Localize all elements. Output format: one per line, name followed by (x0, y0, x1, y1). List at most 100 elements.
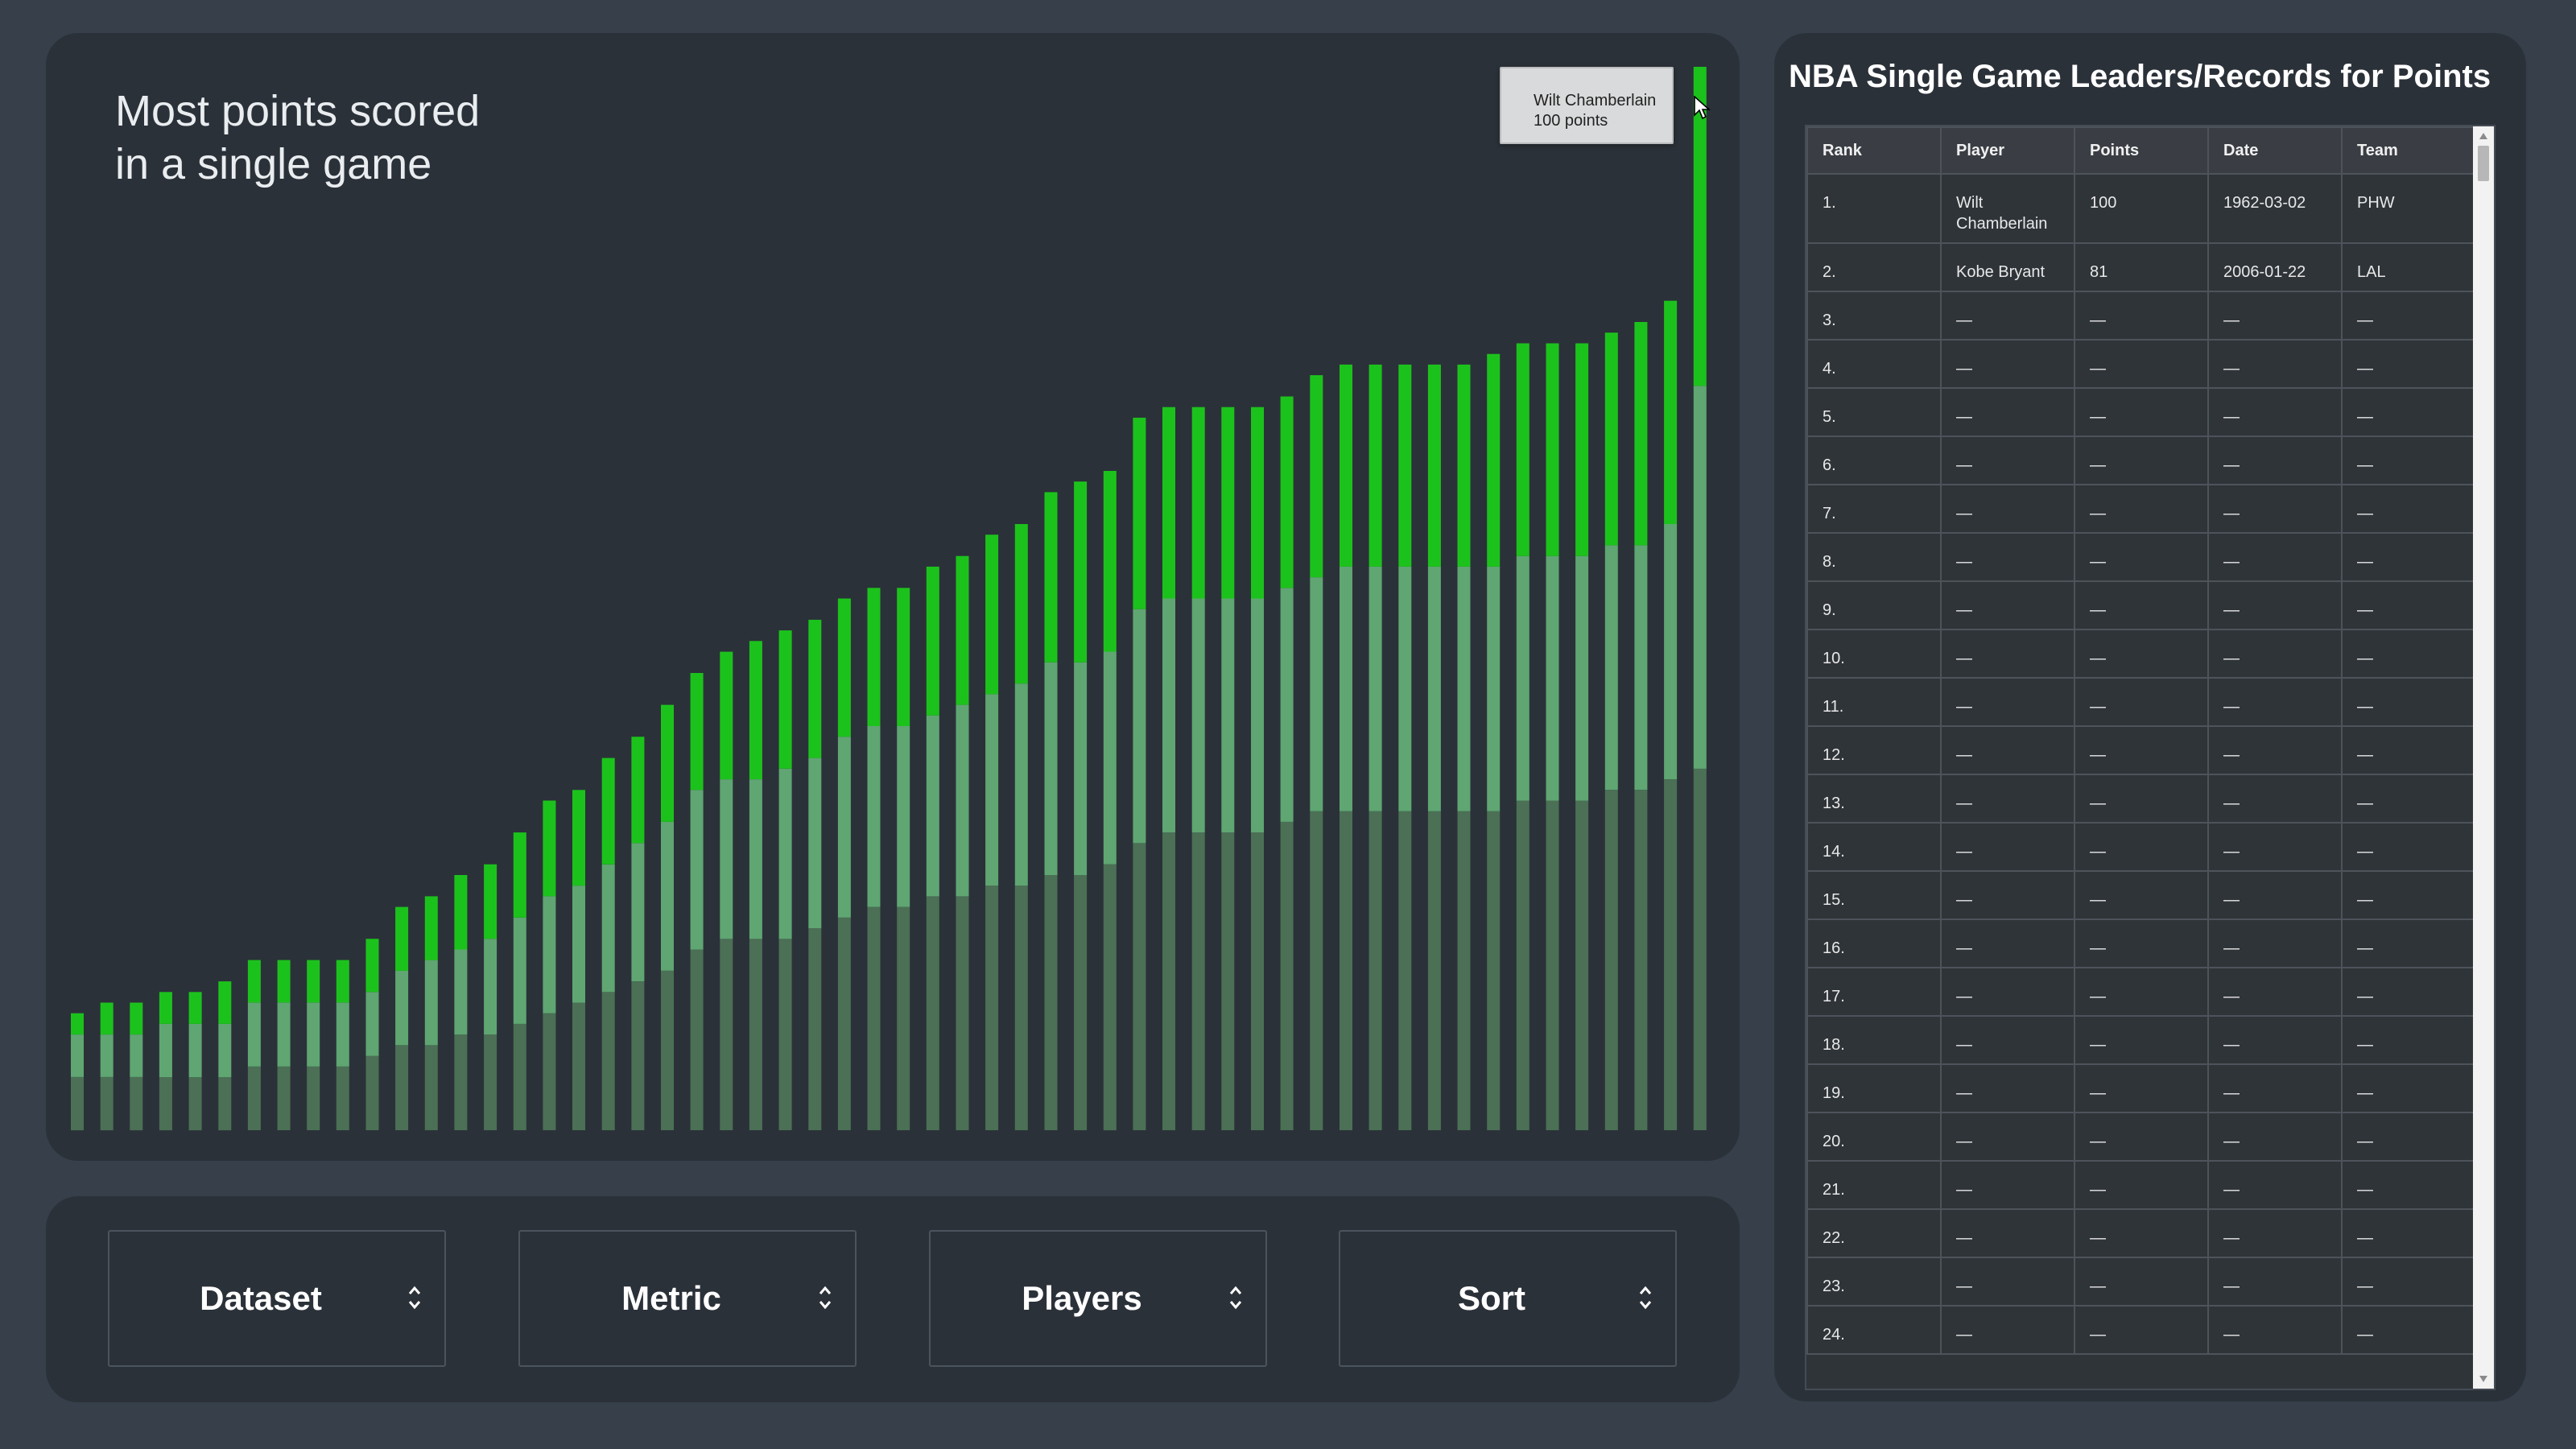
players-select[interactable]: Players (929, 1230, 1267, 1367)
column-header-date[interactable]: Date (2207, 126, 2343, 175)
table-row[interactable]: 22. — — — — (1806, 1208, 2476, 1258)
bar-segment[interactable] (1133, 417, 1146, 609)
bar-segment[interactable] (926, 896, 939, 1130)
bar-segment[interactable] (395, 1045, 409, 1130)
bar-segment[interactable] (1693, 386, 1707, 769)
bar-segment[interactable] (1427, 364, 1441, 567)
bar-segment[interactable] (1162, 832, 1175, 1130)
bar-segment[interactable] (1014, 886, 1028, 1130)
bar-segment[interactable] (778, 630, 792, 769)
bar-segment[interactable] (1191, 832, 1205, 1130)
bar-segment[interactable] (778, 768, 792, 939)
bar-segment[interactable] (749, 641, 762, 779)
bar-segment[interactable] (749, 939, 762, 1130)
table-row[interactable]: 24. — — — — (1806, 1305, 2476, 1355)
bar-segment[interactable] (1074, 662, 1088, 875)
bar-segment[interactable] (1575, 800, 1589, 1131)
bar-segment[interactable] (690, 949, 704, 1130)
bar-segment[interactable] (661, 970, 674, 1130)
bar-segment[interactable] (631, 981, 645, 1130)
bar-segment[interactable] (572, 1002, 585, 1131)
column-header-points[interactable]: Points (2074, 126, 2209, 175)
bar-segment[interactable] (601, 864, 615, 993)
bar-segment[interactable] (572, 790, 585, 886)
bar-segment[interactable] (1044, 662, 1058, 875)
bar-segment[interactable] (365, 939, 379, 993)
table-scrollbar[interactable] (2473, 126, 2494, 1389)
bar-segment[interactable] (1398, 811, 1412, 1130)
bar-segment[interactable] (424, 960, 438, 1046)
bar-segment[interactable] (1310, 811, 1323, 1130)
bar-segment[interactable] (1162, 598, 1175, 833)
bar-segment[interactable] (690, 790, 704, 950)
bar-segment[interactable] (926, 715, 939, 897)
table-row[interactable]: 1. Wilt Chamberlain 100 1962-03-02 PHW (1806, 173, 2476, 244)
bar-segment[interactable] (1487, 811, 1501, 1130)
bar-segment[interactable] (1340, 811, 1352, 1130)
bar-segment[interactable] (218, 981, 232, 1024)
bar-segment[interactable] (1251, 832, 1264, 1130)
bar-segment[interactable] (1398, 566, 1412, 811)
column-header-rank[interactable]: Rank (1806, 126, 1942, 175)
bar-segment[interactable] (336, 1002, 349, 1067)
bar-segment[interactable] (424, 1045, 438, 1130)
bar-segment[interactable] (1014, 524, 1028, 684)
bar-segment[interactable] (956, 704, 969, 897)
bar-segment[interactable] (808, 758, 822, 928)
bar-segment[interactable] (661, 821, 674, 971)
scroll-up-arrow-icon[interactable] (2479, 133, 2487, 139)
table-row[interactable]: 12. — — — — (1806, 725, 2476, 775)
bar-segment[interactable] (100, 1034, 114, 1077)
bar-segment[interactable] (484, 939, 497, 1035)
bar-segment[interactable] (1604, 790, 1618, 1130)
table-row[interactable]: 9. — — — — (1806, 580, 2476, 630)
bar-segment[interactable] (631, 843, 645, 981)
bar-segment[interactable] (1044, 492, 1058, 663)
bar-segment[interactable] (808, 928, 822, 1130)
bar-segment[interactable] (1074, 481, 1088, 663)
bar-segment[interactable] (720, 939, 733, 1130)
bar-segment[interactable] (307, 1002, 320, 1067)
bar-segment[interactable] (631, 737, 645, 844)
bar-segment[interactable] (1103, 651, 1117, 865)
bar-segment[interactable] (1251, 598, 1264, 833)
bar-segment[interactable] (1575, 343, 1589, 556)
bar-segment[interactable] (1368, 364, 1382, 567)
bar-segment[interactable] (867, 588, 881, 726)
bar-segment[interactable] (513, 917, 526, 1024)
bar-segment[interactable] (71, 1077, 84, 1131)
bar-segment[interactable] (1191, 407, 1205, 599)
bar-segment[interactable] (1133, 843, 1146, 1130)
bar-segment[interactable] (484, 864, 497, 939)
table-row[interactable]: 5. — — — — (1806, 387, 2476, 437)
bar-segment[interactable] (601, 992, 615, 1130)
table-row[interactable]: 2. Kobe Bryant 81 2006-01-22 LAL (1806, 242, 2476, 292)
bar-segment[interactable] (1664, 779, 1678, 1130)
bar-segment[interactable] (543, 800, 556, 897)
table-row[interactable]: 14. — — — — (1806, 822, 2476, 872)
bar-segment[interactable] (1604, 332, 1618, 546)
bar-segment[interactable] (454, 1034, 468, 1130)
bar-segment[interactable] (247, 1066, 261, 1130)
bar-segment[interactable] (1340, 364, 1352, 567)
bar-segment[interactable] (1103, 471, 1117, 652)
bar-segment[interactable] (1516, 343, 1530, 556)
bar-segment[interactable] (247, 1002, 261, 1067)
bar-segment[interactable] (1487, 566, 1501, 811)
bar-segment[interactable] (1014, 683, 1028, 886)
bar-segment[interactable] (100, 1002, 114, 1035)
bar-segment[interactable] (336, 1066, 349, 1130)
table-row[interactable]: 18. — — — — (1806, 1015, 2476, 1065)
bar-segment[interactable] (247, 960, 261, 1003)
table-row[interactable]: 17. — — — — (1806, 967, 2476, 1017)
bar-segment[interactable] (956, 896, 969, 1130)
bar-segment[interactable] (307, 1066, 320, 1130)
metric-select[interactable]: Metric (518, 1230, 857, 1367)
bar-segment[interactable] (926, 566, 939, 716)
table-row[interactable]: 19. — — — — (1806, 1063, 2476, 1113)
bar-segment[interactable] (188, 1077, 202, 1131)
dataset-select[interactable]: Dataset (108, 1230, 446, 1367)
bar-segment[interactable] (454, 949, 468, 1035)
bar-segment[interactable] (159, 992, 172, 1024)
bar-segment[interactable] (188, 1023, 202, 1077)
